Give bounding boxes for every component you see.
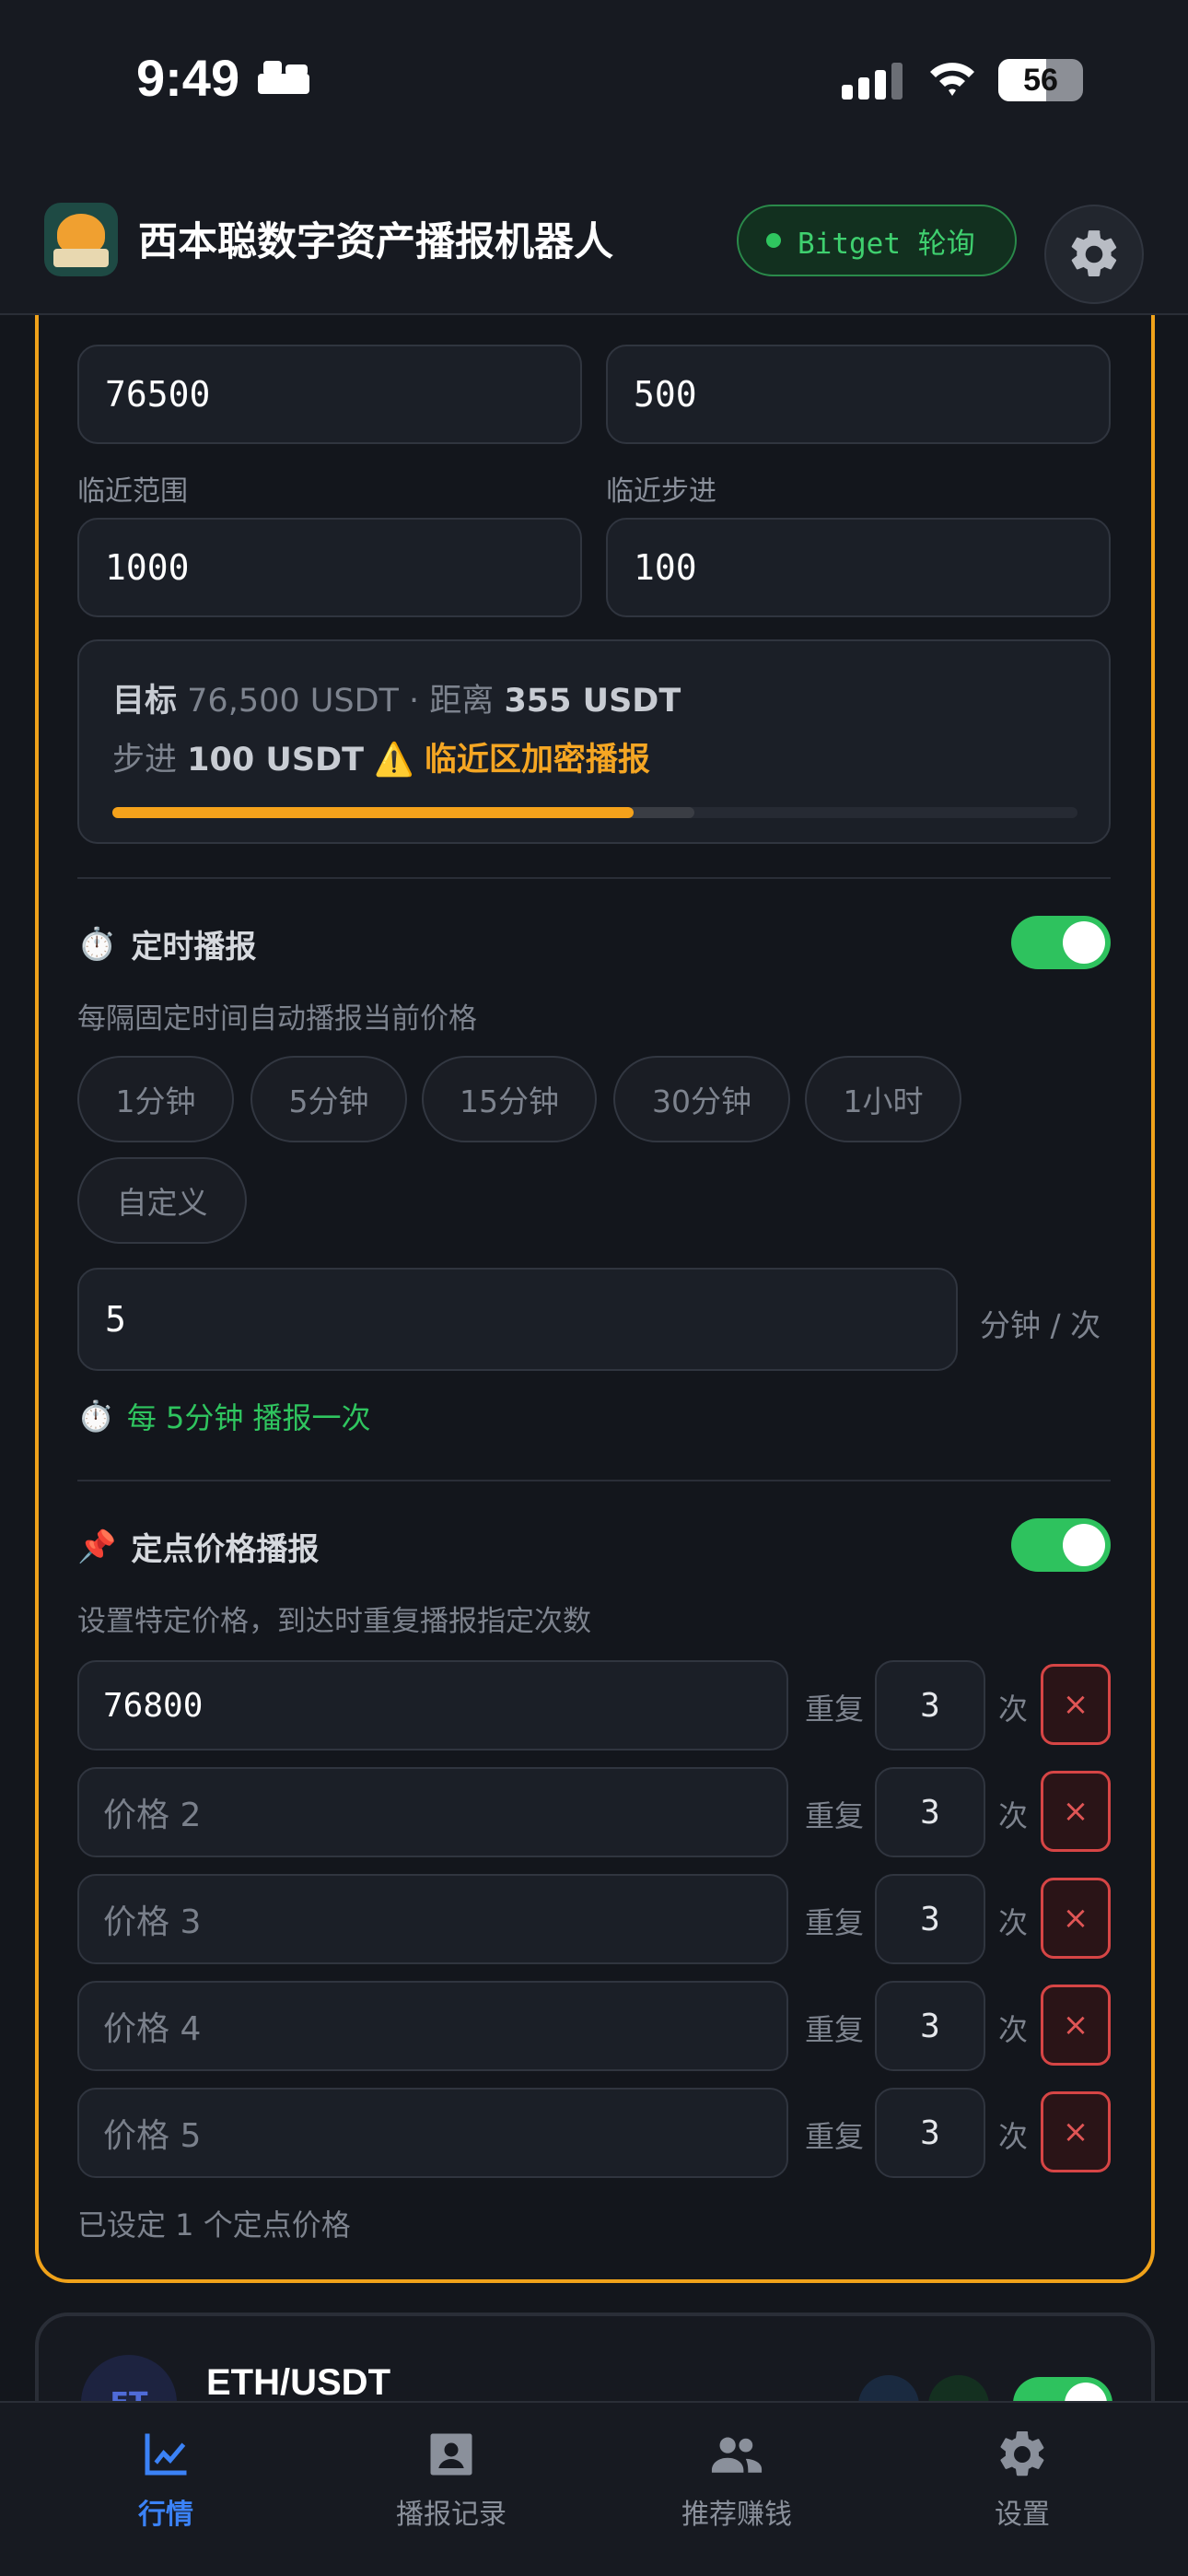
stopwatch-icon: ⏱️ <box>77 1399 114 1434</box>
interval-chip-custom[interactable]: 自定义 <box>77 1157 247 1244</box>
bottom-tab-bar: 行情 播报记录 推荐赚钱 设置 <box>0 2401 1188 2576</box>
repeat-label: 重复 <box>805 1798 865 1833</box>
step-zone-line: 步进 100 USDT ⚠️ 临近区加密播报 <box>112 742 650 779</box>
tab-market[interactable]: 行情 <box>55 2427 276 2537</box>
close-icon: × <box>1062 1686 1089 1723</box>
target-summary: 目标 76,500 USDT · 距离 355 USDT 步进 100 USDT… <box>77 639 1111 844</box>
timed-broadcast-description: 每隔固定时间自动播报当前价格 <box>77 1002 477 1036</box>
repeat-count-5[interactable]: 3 <box>875 2088 985 2178</box>
repeat-label: 重复 <box>805 1692 865 1727</box>
interval-chip-30min[interactable]: 30分钟 <box>613 1056 790 1142</box>
repeat-label: 重复 <box>805 2119 865 2154</box>
repeat-count-4[interactable]: 3 <box>875 1981 985 2071</box>
price-alert-row: 76800 重复 3 次 × <box>77 1660 1111 1751</box>
repeat-count-3[interactable]: 3 <box>875 1874 985 1964</box>
tab-broadcast-history[interactable]: 播报记录 <box>341 2427 562 2537</box>
delete-price-button-3[interactable]: × <box>1041 1878 1111 1959</box>
app-title: 西本聪数字资产播报机器人 <box>138 219 613 265</box>
section-divider <box>77 1480 1111 1481</box>
distance-progress-fill <box>112 807 634 818</box>
delete-price-button-4[interactable]: × <box>1041 1985 1111 2066</box>
tab-settings[interactable]: 设置 <box>912 2427 1133 2537</box>
warning-icon: ⚠️ <box>374 742 414 779</box>
gear-icon <box>1000 2430 1044 2476</box>
interval-hint: ⏱️ 每 5分钟 播报一次 <box>77 1399 371 1435</box>
times-label: 次 <box>998 2012 1029 2047</box>
price-alert-count: 已设定 1 个定点价格 <box>77 2207 351 2242</box>
status-bar: 9:49 56 <box>0 0 1188 184</box>
timed-broadcast-title: ⏱️ 定时播报 <box>77 925 257 966</box>
near-step-label: 临近步进 <box>606 475 716 508</box>
close-icon: × <box>1062 1900 1089 1937</box>
near-range-input[interactable]: 1000 <box>77 518 582 617</box>
sleep-focus-icon <box>258 61 309 94</box>
price-input-3[interactable]: 价格 3 <box>77 1874 788 1964</box>
times-label: 次 <box>998 1692 1029 1727</box>
target-distance-line: 目标 76,500 USDT · 距离 355 USDT <box>112 683 681 720</box>
far-step-input[interactable]: 500 <box>606 345 1111 444</box>
pushpin-icon: 📌 <box>77 1528 117 1565</box>
status-dot-icon <box>766 233 781 248</box>
delete-price-button-2[interactable]: × <box>1041 1771 1111 1852</box>
group-icon <box>711 2437 763 2473</box>
tab-referral[interactable]: 推荐赚钱 <box>626 2427 847 2537</box>
price-alert-row: 价格 4 重复 3 次 × <box>77 1981 1111 2071</box>
near-step-input[interactable]: 100 <box>606 518 1111 617</box>
contact-card-icon <box>430 2433 472 2476</box>
close-icon: × <box>1062 2007 1089 2043</box>
interval-unit-label: 分钟 / 次 <box>980 1307 1101 1343</box>
price-alert-row: 价格 5 重复 3 次 × <box>77 2088 1111 2178</box>
price-input-5[interactable]: 价格 5 <box>77 2088 788 2178</box>
interval-chip-15min[interactable]: 15分钟 <box>422 1056 597 1142</box>
delete-price-button-5[interactable]: × <box>1041 2091 1111 2172</box>
times-label: 次 <box>998 1905 1029 1940</box>
custom-interval-input[interactable]: 5 <box>77 1268 958 1371</box>
repeat-label: 重复 <box>805 2012 865 2047</box>
close-icon: × <box>1062 2113 1089 2150</box>
gear-icon <box>1071 230 1117 276</box>
cellular-signal-icon <box>842 63 904 100</box>
settings-gear-button[interactable] <box>1044 205 1144 304</box>
delete-price-button-1[interactable]: × <box>1041 1664 1111 1745</box>
price-input-1[interactable]: 76800 <box>77 1660 788 1751</box>
target-price-input[interactable]: 76500 <box>77 345 582 444</box>
close-icon: × <box>1062 1793 1089 1830</box>
times-label: 次 <box>998 1798 1029 1833</box>
distance-progress-bar <box>112 807 1077 818</box>
price-input-4[interactable]: 价格 4 <box>77 1981 788 2071</box>
near-range-label: 临近范围 <box>77 475 188 508</box>
price-alert-toggle[interactable] <box>1011 1518 1111 1572</box>
app-header: 西本聪数字资产播报机器人 Bitget 轮询 <box>0 184 1188 315</box>
main-content: 76500 500 临近范围 临近步进 1000 100 目标 76,500 U… <box>0 0 1188 2576</box>
price-alert-description: 设置特定价格，到达时重复播报指定次数 <box>77 1605 591 1638</box>
interval-chip-1min[interactable]: 1分钟 <box>77 1056 234 1142</box>
repeat-count-1[interactable]: 3 <box>875 1660 985 1751</box>
repeat-count-2[interactable]: 3 <box>875 1767 985 1857</box>
section-divider <box>77 877 1111 879</box>
app-logo <box>44 203 118 276</box>
status-time: 9:49 <box>136 49 240 107</box>
interval-chip-5min[interactable]: 5分钟 <box>250 1056 407 1142</box>
price-alert-row: 价格 2 重复 3 次 × <box>77 1767 1111 1857</box>
chart-icon <box>145 2433 187 2476</box>
interval-chip-1hour[interactable]: 1小时 <box>805 1056 961 1142</box>
times-label: 次 <box>998 2119 1029 2154</box>
repeat-label: 重复 <box>805 1905 865 1940</box>
battery-icon: 56 <box>998 59 1083 101</box>
timed-broadcast-toggle[interactable] <box>1011 916 1111 969</box>
exchange-status-pill[interactable]: Bitget 轮询 <box>737 205 1017 276</box>
price-alert-row: 价格 3 重复 3 次 × <box>77 1874 1111 1964</box>
price-alert-title: 📌 定点价格播报 <box>77 1528 320 1569</box>
wifi-icon <box>930 63 974 96</box>
eth-pair-name: ETH/USDT <box>206 2362 390 2403</box>
price-input-2[interactable]: 价格 2 <box>77 1767 788 1857</box>
stopwatch-icon: ⏱️ <box>77 925 117 963</box>
